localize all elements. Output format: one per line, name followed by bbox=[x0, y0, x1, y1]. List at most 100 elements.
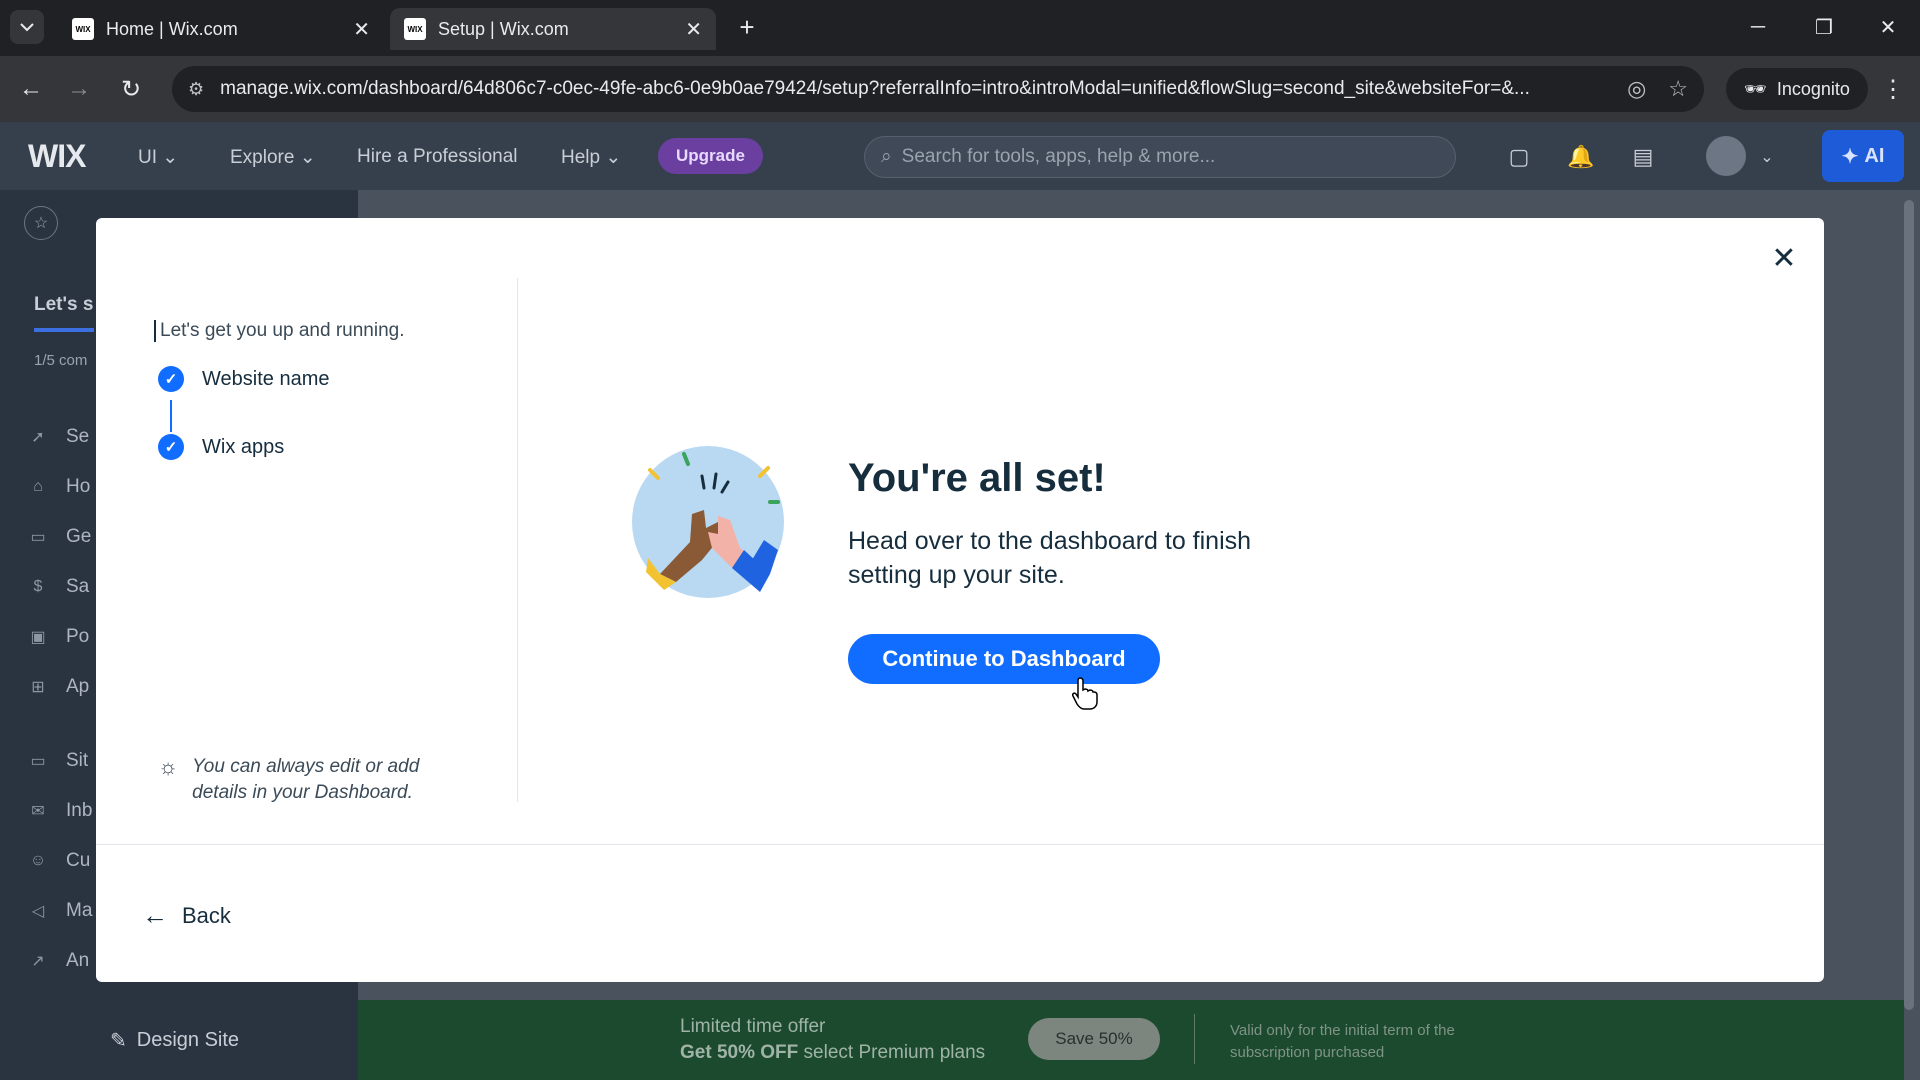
wix-favicon-icon: WIX bbox=[404, 18, 426, 40]
back-arrow-icon[interactable]: ← bbox=[12, 70, 50, 108]
arrow-left-icon: ← bbox=[142, 900, 168, 930]
sidebar-item-sales[interactable]: $ Sa bbox=[28, 572, 90, 602]
sidebar-item-marketing[interactable]: ◁ Ma bbox=[28, 896, 93, 926]
browser-menu-icon[interactable]: ⋮ bbox=[1874, 70, 1912, 108]
step-label: Wix apps bbox=[202, 435, 285, 458]
home-icon: ⌂ bbox=[33, 478, 43, 495]
sidebar-item-customers[interactable]: ☺ Cu bbox=[28, 846, 90, 876]
chart-icon: ↗ bbox=[31, 953, 45, 970]
minimize-icon[interactable]: ─ bbox=[1736, 10, 1780, 44]
steps-panel: Let's get you up and running. ✓ Website … bbox=[96, 278, 518, 803]
sidebar-item-label: Ma bbox=[66, 900, 93, 921]
site-settings-icon[interactable]: ⚙ bbox=[188, 79, 204, 100]
megaphone-icon: ◁ bbox=[31, 903, 45, 920]
inbox-icon: ✉ bbox=[31, 803, 45, 820]
sidebar-item-site[interactable]: ▭ Sit bbox=[28, 746, 88, 776]
sidebar-item-label: Inb bbox=[66, 800, 93, 821]
sidebar-item-label: Po bbox=[66, 626, 90, 647]
setup-complete-modal: ✕ Let's get you up and running. ✓ Websit… bbox=[96, 218, 1824, 982]
ai-label: AI bbox=[1864, 144, 1885, 167]
browser-toolbar: ← → ↻ ⚙ manage.wix.com/dashboard/64d806c… bbox=[0, 56, 1920, 122]
star-icon[interactable]: ☆ bbox=[24, 206, 58, 240]
url-text[interactable]: manage.wix.com/dashboard/64d806c7-c0ec-4… bbox=[220, 78, 1605, 100]
ai-button[interactable]: ✦ AI bbox=[1822, 130, 1904, 182]
tip-text: You can always edit or add details in yo… bbox=[192, 756, 420, 803]
sidebar-item-apps[interactable]: ⊞ Ap bbox=[28, 672, 89, 702]
tab-search-button[interactable] bbox=[10, 10, 44, 44]
wix-favicon-icon: WIX bbox=[72, 18, 94, 40]
promo-offer: Get 50% OFF select Premium plans bbox=[680, 1042, 985, 1064]
new-tab-button[interactable]: + bbox=[730, 10, 764, 44]
setup-progress-count: 1/5 com bbox=[34, 352, 88, 369]
search-input[interactable]: ⌕ Search for tools, apps, help & more... bbox=[864, 136, 1456, 178]
steps-intro: Let's get you up and running. bbox=[154, 320, 404, 342]
sidebar-item-home[interactable]: ⌂ Ho bbox=[28, 472, 90, 502]
upgrade-button[interactable]: Upgrade bbox=[658, 138, 763, 174]
step-website-name: ✓ Website name bbox=[158, 366, 329, 392]
avatar[interactable] bbox=[1706, 136, 1746, 176]
sidebar-item-analytics[interactable]: ↗ An bbox=[28, 946, 89, 976]
design-site-label: Design Site bbox=[136, 1029, 240, 1051]
nav-hire-professional[interactable]: Hire a Professional bbox=[357, 146, 518, 168]
tip: ☼ You can always edit or add details in … bbox=[158, 754, 452, 806]
design-site-button[interactable]: ✎ Design Site bbox=[110, 1028, 239, 1053]
sidebar-item-label: Ho bbox=[66, 476, 91, 497]
nav-help-label: Help bbox=[561, 147, 601, 168]
lightbulb-icon: ☼ bbox=[158, 754, 179, 779]
chevron-down-icon[interactable]: ⌄ bbox=[1750, 140, 1784, 174]
footer-divider bbox=[96, 844, 1824, 845]
restore-icon[interactable]: ❐ bbox=[1802, 10, 1846, 44]
promo-offer-bold: Get 50% OFF bbox=[680, 1042, 799, 1063]
step-connector bbox=[170, 400, 172, 432]
back-button[interactable]: ← Back bbox=[142, 900, 231, 931]
bell-icon[interactable]: 🔔 bbox=[1564, 140, 1598, 174]
chevron-down-icon bbox=[20, 23, 34, 32]
modal-subtitle: Head over to the dashboard to finish set… bbox=[848, 527, 1252, 589]
star-icon[interactable]: ☆ bbox=[1668, 76, 1688, 102]
promo-banner: Limited time offer Get 50% OFF select Pr… bbox=[358, 1000, 1904, 1080]
dollar-icon: $ bbox=[33, 578, 43, 595]
site-selector-label: UI bbox=[138, 147, 157, 168]
nav-explore-label: Explore bbox=[230, 147, 295, 168]
sidebar-item-inbox[interactable]: ✉ Inb bbox=[28, 796, 92, 826]
nav-help[interactable]: Help ⌄ bbox=[561, 146, 621, 169]
wix-logo[interactable]: WIX bbox=[28, 138, 86, 175]
sidebar-item-label: Ap bbox=[66, 676, 90, 697]
eye-off-icon[interactable]: ◎ bbox=[1627, 76, 1646, 102]
sidebar-item-label: Sa bbox=[66, 576, 90, 597]
reload-icon[interactable]: ↻ bbox=[112, 70, 150, 108]
close-icon[interactable]: ✕ bbox=[1766, 240, 1802, 276]
sidebar-item-setup[interactable]: ➚ Se bbox=[28, 422, 89, 452]
tab-home[interactable]: WIX Home | Wix.com ✕ bbox=[58, 8, 384, 50]
chevron-down-icon: ⌄ bbox=[605, 147, 622, 168]
modal-title: You're all set! bbox=[848, 456, 1106, 500]
sidebar-item-getting[interactable]: ▭ Ge bbox=[28, 522, 91, 552]
close-icon[interactable]: ✕ bbox=[353, 17, 370, 42]
window-close-icon[interactable]: ✕ bbox=[1866, 10, 1910, 44]
setup-progress-bar bbox=[34, 328, 94, 332]
hand-cursor-icon bbox=[1072, 677, 1098, 710]
nav-explore[interactable]: Explore ⌄ bbox=[230, 146, 316, 169]
address-bar[interactable]: ⚙ manage.wix.com/dashboard/64d806c7-c0ec… bbox=[172, 66, 1704, 112]
chat-icon[interactable]: ▢ bbox=[1502, 140, 1536, 174]
sidebar-item-label: An bbox=[66, 950, 90, 971]
promo-divider bbox=[1194, 1014, 1195, 1064]
tab-setup[interactable]: WIX Setup | Wix.com ✕ bbox=[390, 8, 716, 50]
close-icon[interactable]: ✕ bbox=[685, 17, 702, 42]
scrollbar[interactable] bbox=[1904, 200, 1914, 1010]
browser-tabbar: WIX Home | Wix.com ✕ WIX Setup | Wix.com… bbox=[0, 0, 1920, 56]
promo-offer-rest: select Premium plans bbox=[798, 1042, 986, 1063]
checkmark-icon: ✓ bbox=[158, 434, 184, 460]
continue-to-dashboard-button[interactable]: Continue to Dashboard bbox=[848, 634, 1160, 684]
apps-icon: ⊞ bbox=[31, 679, 45, 696]
sidebar-item-portfolio[interactable]: ▣ Po bbox=[28, 622, 89, 652]
search-placeholder: Search for tools, apps, help & more... bbox=[901, 146, 1216, 167]
save-50-button[interactable]: Save 50% bbox=[1028, 1018, 1160, 1060]
briefcase-icon: ▣ bbox=[30, 629, 46, 646]
news-icon[interactable]: ▤ bbox=[1626, 140, 1660, 174]
site-selector[interactable]: UI ⌄ bbox=[138, 146, 178, 169]
forward-arrow-icon[interactable]: → bbox=[60, 70, 98, 108]
incognito-label: Incognito bbox=[1776, 78, 1850, 99]
wix-header: WIX UI ⌄ Explore ⌄ Hire a Professional H… bbox=[0, 122, 1920, 190]
incognito-badge[interactable]: 🕶 Incognito bbox=[1726, 68, 1868, 110]
